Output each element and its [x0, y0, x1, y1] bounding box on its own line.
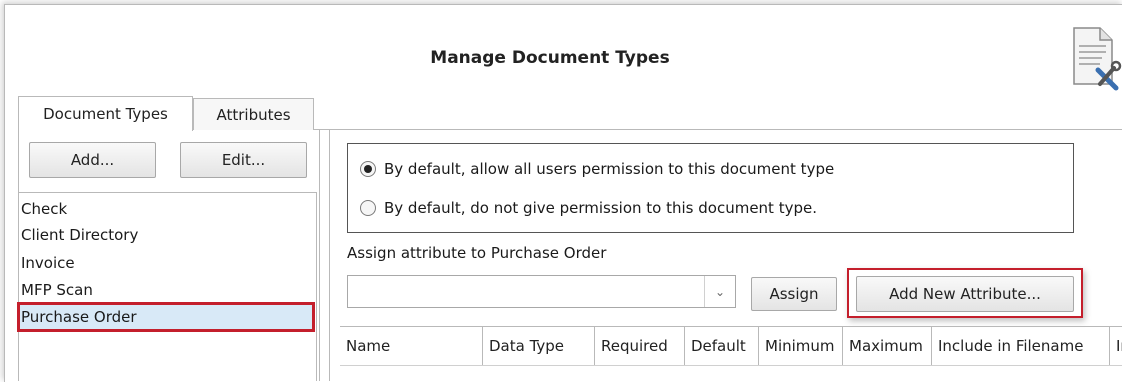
radio-no-permission-label: By default, do not give permission to th…	[384, 199, 817, 217]
document-type-list: Check Client Directory Invoice MFP Scan …	[17, 192, 317, 381]
tab-document-types[interactable]: Document Types	[18, 96, 193, 131]
permission-options: By default, allow all users permission t…	[347, 143, 1074, 233]
radio-allow-all[interactable]	[360, 161, 376, 177]
list-item-invoice[interactable]: Invoice	[19, 250, 311, 276]
add-button[interactable]: Add...	[29, 142, 156, 178]
radio-no-permission[interactable]	[360, 200, 376, 216]
tab-attributes[interactable]: Attributes	[193, 98, 314, 130]
assign-attribute-label: Assign attribute to Purchase Order	[347, 244, 607, 262]
list-item-client-directory[interactable]: Client Directory	[19, 222, 311, 248]
list-item-mfp-scan[interactable]: MFP Scan	[19, 277, 311, 303]
column-maximum[interactable]: Maximum	[843, 327, 932, 365]
list-item-check[interactable]: Check	[19, 196, 311, 222]
grid-header-bottom-border	[340, 365, 1122, 366]
column-default[interactable]: Default	[685, 327, 759, 365]
list-item-purchase-order[interactable]: Purchase Order	[17, 302, 315, 332]
column-truncated[interactable]: Ir	[1110, 327, 1122, 365]
edit-button[interactable]: Edit...	[180, 142, 307, 178]
column-required[interactable]: Required	[595, 327, 685, 365]
column-data-type[interactable]: Data Type	[483, 327, 595, 365]
attribute-grid-header: Name Data Type Required Default Minimum …	[340, 327, 1122, 365]
column-name[interactable]: Name	[340, 327, 483, 365]
radio-allow-all-label: By default, allow all users permission t…	[384, 160, 835, 178]
column-include-in-filename[interactable]: Include in Filename	[932, 327, 1110, 365]
permission-allow-row[interactable]: By default, allow all users permission t…	[360, 160, 834, 178]
permission-deny-row[interactable]: By default, do not give permission to th…	[360, 199, 817, 217]
tab-divider	[314, 129, 1122, 130]
highlight-box	[847, 268, 1083, 318]
chevron-down-icon[interactable]: ⌄	[704, 276, 735, 307]
assign-button[interactable]: Assign	[751, 277, 837, 311]
document-tools-icon	[1073, 27, 1122, 91]
attribute-select[interactable]: ⌄	[347, 275, 736, 308]
right-panel-divider	[329, 130, 330, 381]
dialog-title: Manage Document Types	[430, 48, 670, 68]
column-minimum[interactable]: Minimum	[759, 327, 843, 365]
